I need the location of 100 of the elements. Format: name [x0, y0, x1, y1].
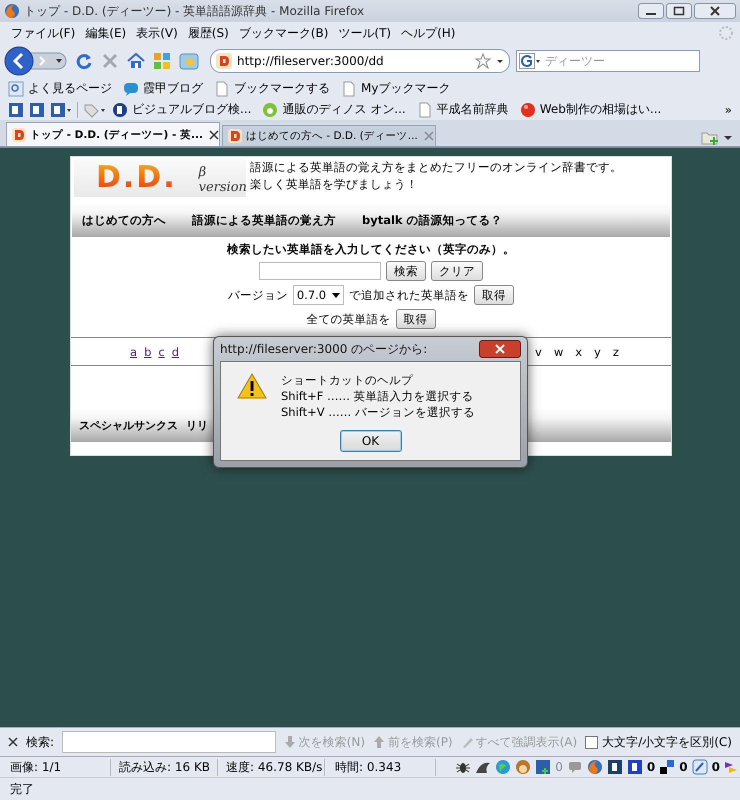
maximize-icon[interactable]: [666, 3, 692, 19]
b-logo-icon: [112, 102, 128, 118]
bookmark-add-icon[interactable]: [29, 102, 45, 118]
pencil-icon[interactable]: [692, 759, 708, 775]
search-box[interactable]: ディーツー: [516, 50, 700, 72]
status-panel: 時間: 0.343: [325, 758, 436, 776]
bookmark-item[interactable]: 霞甲ブログ: [123, 80, 203, 97]
clear-button[interactable]: クリア: [431, 261, 483, 281]
reload-icon[interactable]: [74, 51, 94, 71]
b-logo-icon[interactable]: [626, 759, 643, 775]
letter-link[interactable]: w: [554, 344, 564, 358]
firefox-icon[interactable]: [586, 759, 603, 775]
version-label: バージョン: [228, 288, 288, 302]
dialog-title: http://fileserver:3000 のページから:: [220, 340, 428, 358]
letter-link[interactable]: b: [141, 344, 154, 358]
nav-link[interactable]: はじめての方へ: [82, 212, 166, 228]
count-label: 0: [646, 760, 656, 774]
dialog-message: ショートカットのヘルプ: [281, 372, 414, 388]
throbber-icon: [718, 25, 734, 41]
status-message: 完了: [10, 780, 34, 798]
arrows-icon[interactable]: [724, 759, 738, 775]
site-logo[interactable]: D.D. β version: [74, 159, 246, 197]
site-icon: [11, 126, 27, 142]
footer-link[interactable]: スペシャルサンクス: [79, 418, 178, 432]
bookmark-item[interactable]: ブックマークする: [214, 80, 330, 97]
letter-link[interactable]: a: [127, 344, 140, 358]
letter-link[interactable]: y: [594, 344, 601, 358]
find-field[interactable]: [62, 731, 276, 753]
page-icon: [214, 80, 230, 96]
tab-close-icon[interactable]: [208, 130, 219, 140]
chat-bubble-icon: [123, 80, 139, 96]
menu-item[interactable]: ブックマーク(B): [234, 22, 334, 44]
nav-link[interactable]: 語源による英単語の覚え方: [192, 212, 336, 228]
find-label: 検索:: [26, 734, 54, 750]
page-icon: [416, 102, 433, 118]
search-engine-icon[interactable]: [519, 53, 541, 69]
more-bookmarks-button[interactable]: »: [724, 102, 732, 116]
menu-item[interactable]: 表示(V): [131, 22, 183, 44]
bookmark-add-icon[interactable]: [535, 759, 552, 775]
site-icon: [227, 128, 243, 144]
bookmark-item[interactable]: 平成名前辞典: [416, 101, 509, 118]
letter-link[interactable]: c: [155, 344, 168, 358]
menu-item[interactable]: ファイル(F): [6, 22, 80, 44]
letter-link[interactable]: x: [575, 344, 582, 358]
browser-tab[interactable]: トップ - D.D. (ディーツー) - 英...: [6, 122, 220, 146]
footer-link[interactable]: リリ: [186, 418, 208, 432]
tagline: 語源による英単語の覚え方をまとめたフリーのオンライン辞書です。: [250, 159, 622, 176]
version-select[interactable]: 0.7.0: [292, 285, 344, 305]
leaf-icon: [262, 102, 278, 118]
search-page-icon: [8, 80, 24, 96]
letter-link[interactable]: d: [168, 344, 182, 358]
bookmark-item[interactable]: 通販のディノス オン...: [262, 101, 406, 118]
browser-tab[interactable]: はじめての方へ - D.D. (ディーツ...: [222, 125, 436, 146]
bookmark-item[interactable]: ビジュアルブログ検...: [112, 101, 252, 118]
get-button[interactable]: 取得: [396, 309, 436, 329]
up-arrow-icon: [373, 735, 386, 749]
menu-item[interactable]: ツール(T): [333, 22, 396, 44]
site-icon: [215, 52, 233, 70]
tiles-icon[interactable]: [152, 51, 172, 71]
r-logo-icon[interactable]: [606, 759, 623, 775]
bookmark-item[interactable]: Myブックマーク: [341, 80, 450, 97]
menu-item[interactable]: 履歴(S): [182, 22, 234, 44]
squares-icon[interactable]: [659, 759, 676, 775]
ball-icon: [520, 102, 536, 118]
word-field[interactable]: [259, 262, 381, 280]
monkey-icon[interactable]: [515, 759, 532, 775]
count-label: 0: [712, 760, 720, 774]
firefox-icon: [4, 3, 20, 19]
ok-button[interactable]: OK: [340, 430, 402, 452]
dropdown-icon: [332, 291, 340, 299]
version-text: で追加された英単語を: [349, 288, 470, 302]
star-icon[interactable]: [475, 53, 491, 69]
match-case-checkbox[interactable]: [585, 736, 598, 748]
url-text: http://fileserver:3000/dd: [237, 54, 385, 68]
status-panel: 読み込み: 16 KB: [111, 758, 218, 776]
menu-item[interactable]: ヘルプ(H): [396, 22, 460, 44]
checkbox-label: 大文字/小文字を区別(C): [602, 734, 732, 750]
search-button[interactable]: 検索: [386, 261, 426, 281]
minimize-icon[interactable]: [638, 3, 664, 19]
address-bar[interactable]: http://fileserver:3000/dd: [210, 49, 510, 73]
bookmark-item[interactable]: よく見るページ: [8, 80, 112, 97]
status-panel: 速度: 46.78 KB/s: [218, 758, 325, 776]
close-icon[interactable]: [8, 737, 18, 747]
close-icon[interactable]: [694, 3, 736, 19]
bookmark-menu-icon[interactable]: [50, 102, 72, 118]
bookmark-service-icon[interactable]: [8, 102, 24, 118]
picture-frame-icon[interactable]: [178, 51, 200, 71]
letter-link[interactable]: z: [612, 344, 619, 358]
search-prompt: 検索したい英単語を入力してください（英字のみ）。: [227, 242, 515, 257]
bookmark-item[interactable]: Web制作の相場はい...: [520, 101, 662, 118]
home-icon[interactable]: [126, 51, 146, 71]
letter-link[interactable]: v: [535, 344, 542, 358]
nav-link[interactable]: bytalk の語源知ってる？: [362, 212, 503, 228]
menu-item[interactable]: 編集(E): [80, 22, 132, 44]
back-forward-icon[interactable]: [4, 46, 68, 76]
window-title: トップ - D.D. (ディーツー) - 英単語語源辞典 - Mozilla Firefox: [24, 2, 366, 20]
get-button[interactable]: 取得: [474, 285, 514, 305]
down-arrow-icon: [284, 735, 296, 749]
dialog-message: Shift+F …… 英単語入力を選択する: [281, 388, 475, 404]
close-icon[interactable]: [479, 340, 521, 358]
